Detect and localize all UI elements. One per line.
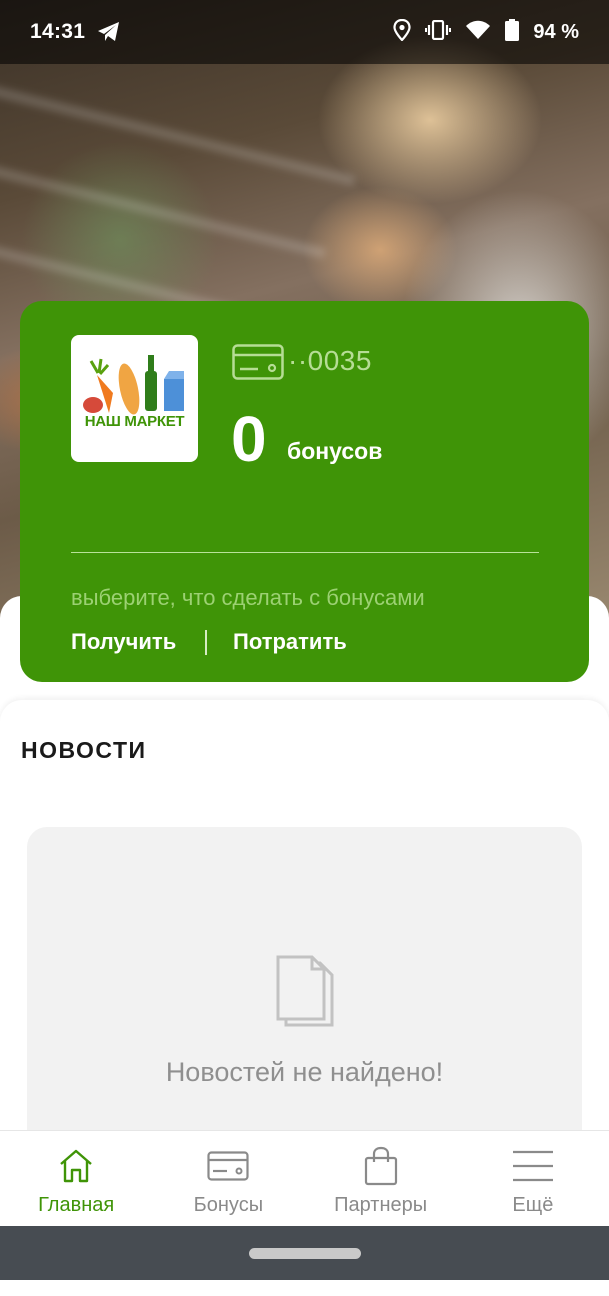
bonus-balance: 0 <box>231 403 267 475</box>
loyalty-card[interactable]: НАШ МАРКЕТ ··0035 0 бонусов выберите, чт… <box>20 301 589 682</box>
nav-label-partners: Партнеры <box>334 1194 428 1216</box>
brand-logo: НАШ МАРКЕТ <box>71 335 198 462</box>
battery-percent: 94 % <box>533 20 579 43</box>
shelf-decoration <box>0 84 356 186</box>
documents-icon <box>276 955 336 1032</box>
produce-logo-icon <box>83 355 184 415</box>
get-bonus-button[interactable]: Получить <box>71 629 176 655</box>
brand-logo-text: НАШ МАРКЕТ <box>84 413 185 430</box>
menu-icon <box>512 1146 554 1186</box>
nav-item-partners[interactable]: Партнеры <box>305 1131 457 1227</box>
home-icon <box>58 1146 94 1186</box>
vibrate-icon <box>425 19 452 45</box>
wifi-icon <box>465 20 491 45</box>
battery-icon <box>505 18 520 46</box>
nav-label-more: Ещё <box>512 1194 554 1216</box>
bag-icon <box>364 1146 398 1186</box>
nav-label-home: Главная <box>38 1194 115 1216</box>
status-time: 14:31 <box>30 20 86 43</box>
telegram-icon <box>97 21 121 43</box>
system-navigation-bar <box>0 1226 609 1280</box>
spend-bonus-button[interactable]: Потратить <box>233 629 347 655</box>
bonus-label: бонусов <box>287 438 383 464</box>
nav-label-bonuses: Бонусы <box>193 1194 264 1216</box>
credit-card-icon <box>232 344 284 385</box>
news-section-title: НОВОСТИ <box>21 737 147 763</box>
location-icon <box>393 18 412 46</box>
nav-item-home[interactable]: Главная <box>0 1131 152 1227</box>
card-number: ··0035 <box>288 345 372 376</box>
shelf-decoration <box>0 161 326 259</box>
status-bar: 14:31 94 % <box>0 0 609 64</box>
news-empty-state: Новостей не найдено! <box>27 827 582 1157</box>
card-icon <box>207 1146 249 1186</box>
actions-divider <box>205 630 207 655</box>
bottom-navigation: Главная Бонусы Партнеры Ещё <box>0 1130 609 1227</box>
card-divider <box>71 552 539 553</box>
nav-item-more[interactable]: Ещё <box>457 1131 609 1227</box>
nav-item-bonuses[interactable]: Бонусы <box>152 1131 304 1227</box>
bonus-hint: выберите, что сделать с бонусами <box>71 585 425 610</box>
home-gesture-handle[interactable] <box>249 1248 361 1259</box>
news-empty-message: Новостей не найдено! <box>165 1057 444 1087</box>
